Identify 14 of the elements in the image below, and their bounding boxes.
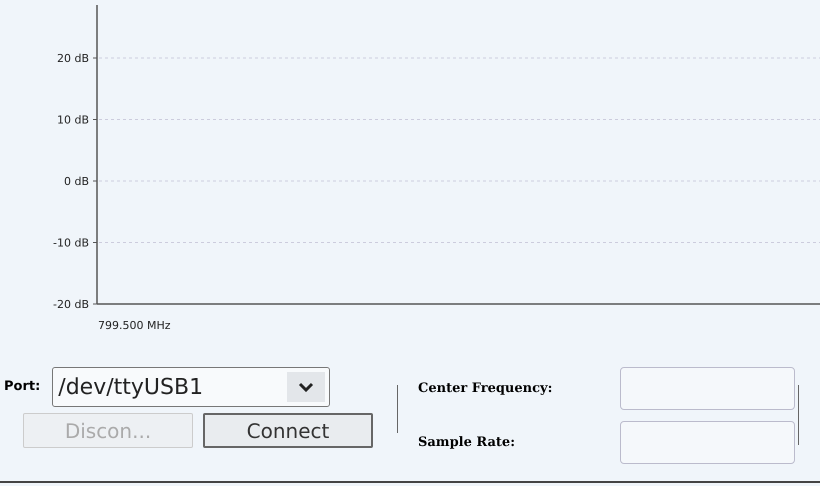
port-dropdown[interactable]: /dev/ttyUSB1 xyxy=(52,367,330,407)
setting-field[interactable] xyxy=(620,367,795,410)
y-tick-label: 10 dB xyxy=(56,114,89,126)
chevron-down-icon xyxy=(287,372,326,402)
connect-button[interactable]: Connect xyxy=(203,413,373,448)
frequency-label: 799.500 MHz xyxy=(98,319,171,332)
setting-field[interactable] xyxy=(620,421,795,464)
setting-label: Center Frequency: xyxy=(418,380,554,398)
y-tick-label: -10 dB xyxy=(53,236,89,250)
port-label: Port: xyxy=(4,378,40,396)
y-tick-label: 20 dB xyxy=(56,52,89,65)
y-tick-label: -20 dB xyxy=(53,298,89,311)
setting-label: Sample Rate: xyxy=(418,434,516,452)
y-tick-label: 0 dB xyxy=(64,175,89,188)
